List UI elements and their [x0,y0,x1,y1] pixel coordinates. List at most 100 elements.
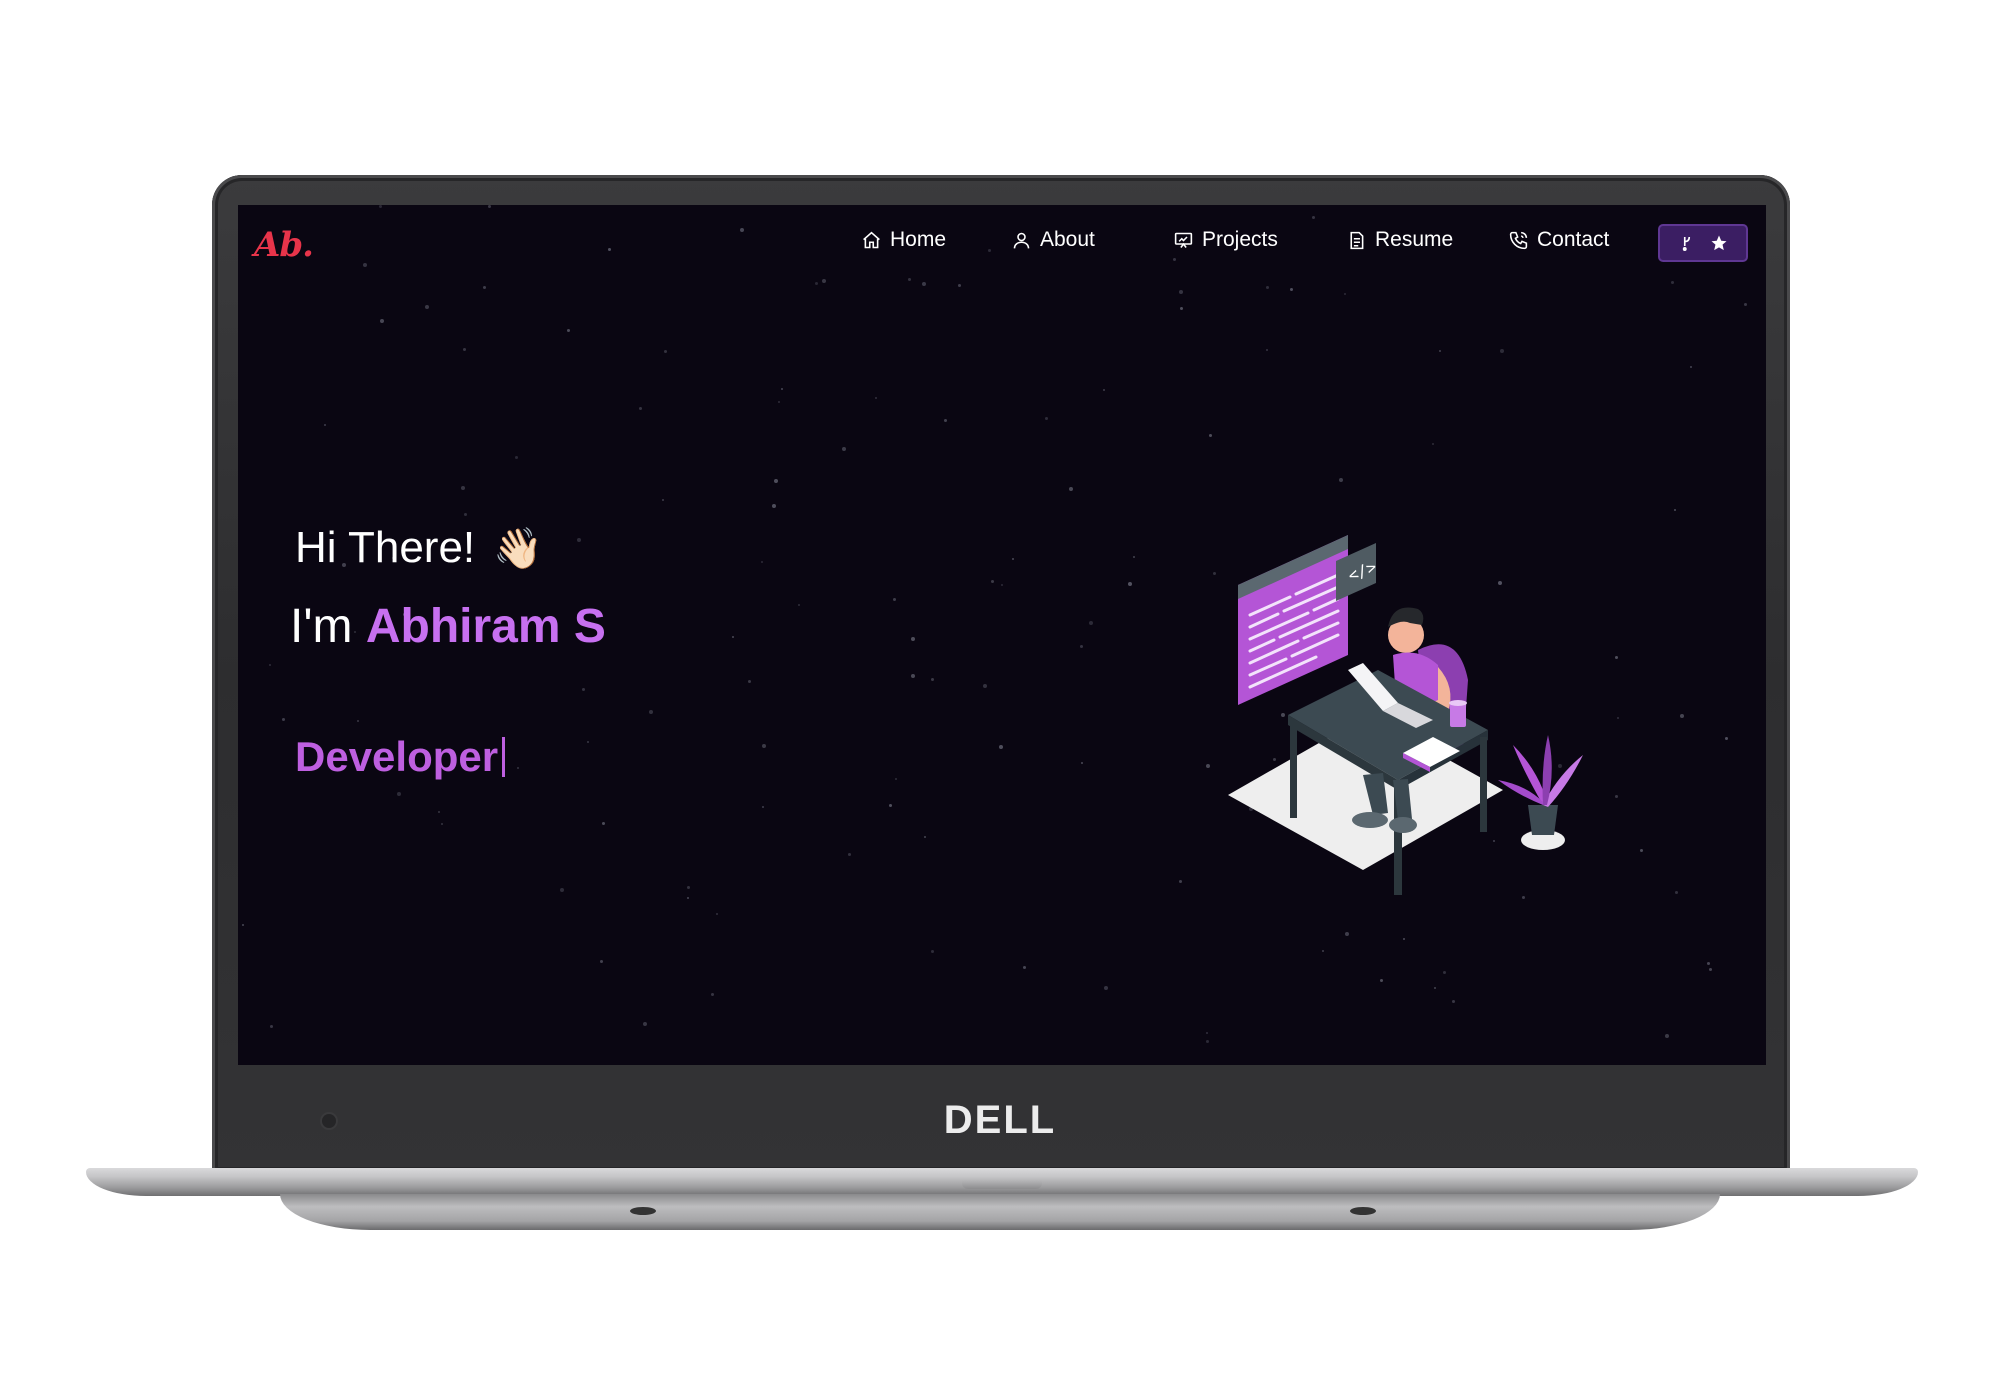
star-dot [848,853,851,856]
nav-contact[interactable]: Contact [1508,228,1609,252]
star-dot [1690,366,1692,368]
nav-resume-label: Resume [1375,228,1454,251]
typewriter-role: Developer [295,733,506,781]
star-dot [798,604,800,606]
star-dot [582,688,585,691]
star-dot [1403,938,1405,940]
greeting-text: Hi There! [295,523,476,572]
star-dot [1500,349,1504,353]
star-dot [1665,1034,1669,1038]
star-dot [931,950,934,953]
intro-prefix: I'm [290,600,353,653]
star-dot [1023,966,1026,969]
star-dot [270,1025,273,1028]
star-dot [461,486,465,490]
star-dot [515,456,518,459]
star-dot [1001,584,1003,586]
star-dot [924,836,926,838]
star-dot [922,282,926,286]
star-dot [1080,645,1083,648]
star-dot [1103,389,1105,391]
star-dot [1266,349,1268,351]
star-dot [649,710,653,714]
star-dot [762,744,766,748]
star-dot [587,741,589,743]
star-dot [1081,762,1083,764]
star-dot [1709,968,1712,971]
star-dot [608,248,611,251]
hero-intro: I'm Abhiram S [290,599,606,654]
star-dot [600,960,603,963]
star-dot [363,263,367,267]
laptop-foot [630,1207,656,1215]
document-icon [1350,231,1364,249]
star-dot [483,286,486,289]
star-dot [815,282,818,285]
svg-text:DELL: DELL [944,1098,1056,1141]
star-dot [1322,950,1324,952]
star-dot [740,228,744,232]
nav-about[interactable]: About [1011,228,1095,252]
typing-cursor [502,737,506,777]
star-dot [1744,303,1747,306]
star-dot [1290,288,1293,291]
star-dot [911,637,915,641]
star-dot [1707,962,1710,965]
github-star-fork-button[interactable] [1658,224,1748,262]
star-dot [991,580,994,583]
star-dot [488,205,491,208]
star-dot [1675,891,1678,894]
presentation-icon [1174,232,1193,248]
star-dot [397,792,401,796]
star-dot [772,504,776,508]
star-dot [1434,987,1436,989]
site-logo[interactable]: Ab. [254,225,314,265]
star-dot [1380,979,1383,982]
star-dot [664,350,667,353]
star-dot [1206,1040,1209,1043]
star-dot [716,913,718,915]
star-dot [1671,281,1674,284]
star-dot [908,278,911,281]
nav-resume[interactable]: Resume [1346,228,1453,252]
star-dot [282,718,285,721]
nav-projects-label: Projects [1202,228,1278,251]
star-dot [1012,558,1014,560]
star-dot [1128,582,1132,586]
star-dot [778,401,780,403]
star-dot [662,499,664,501]
star-dot [643,1022,647,1026]
star-dot [357,720,359,722]
star-dot [1179,880,1182,883]
star-dot [988,249,991,252]
star-dot [761,561,763,563]
star-dot [842,447,846,451]
star-dot [1725,737,1728,740]
star-dot [639,407,642,410]
star-dot [567,329,570,332]
star-dot [1209,434,1212,437]
role-text: Developer [295,733,499,780]
git-fork-icon [1682,236,1691,251]
star-dot [1180,307,1183,310]
browser-viewport: Ab. Home About Projects Resume Contact H… [238,205,1766,1065]
star-dot [560,888,564,892]
star-dot [464,513,467,516]
star-dot [463,348,466,351]
star-dot [1266,286,1269,289]
user-icon [1013,232,1030,248]
star-dot [1069,487,1073,491]
star-dot [602,822,605,825]
star-dot [577,538,581,542]
star-dot [517,767,519,769]
star-dot [425,305,429,309]
star-dot [1680,714,1684,718]
hero-name: Abhiram S [365,600,606,653]
star-dot [441,823,443,825]
star-dot [889,804,892,807]
star-dot [687,886,690,889]
nav-projects[interactable]: Projects [1173,228,1278,252]
dell-logo: DELL [944,1098,1056,1141]
star-dot [999,745,1003,749]
nav-home[interactable]: Home [861,228,946,252]
